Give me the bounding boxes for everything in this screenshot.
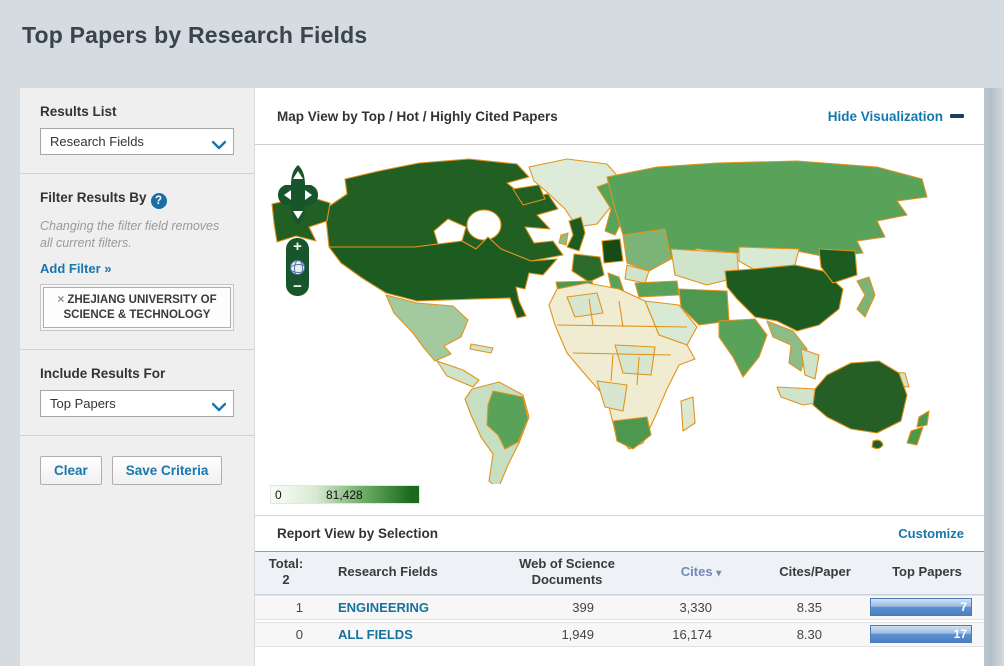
cites-cell: 16,174: [642, 627, 760, 642]
minus-icon: [950, 114, 964, 118]
filter-tag[interactable]: ×ZHEJIANG UNIVERSITY OF SCIENCE & TECHNO…: [43, 287, 231, 328]
map-view-title: Map View by Top / Hot / Highly Cited Pap…: [277, 109, 558, 124]
cites-per-paper-cell: 8.30: [760, 627, 870, 642]
world-choropleth-map[interactable]: [267, 149, 962, 484]
cites-per-paper-cell: 8.35: [760, 600, 870, 615]
legend-max: 81,428: [326, 488, 363, 502]
results-list-section: Results List Research Fields: [20, 88, 254, 174]
total-header: Total: 2: [255, 556, 317, 589]
globe-icon[interactable]: [290, 260, 305, 275]
top-papers-bar-cell: 7: [870, 598, 984, 616]
column-research-fields: Research Fields: [317, 564, 492, 580]
table-row: 0 ALL FIELDS 1,949 16,174 8.30 17: [255, 622, 984, 647]
filter-tag-label: ZHEJIANG UNIVERSITY OF SCIENCE & TECHNOL…: [64, 294, 217, 321]
include-results-value: Top Papers: [50, 396, 116, 411]
report-view-title: Report View by Selection: [277, 526, 438, 541]
cites-cell: 3,330: [642, 600, 760, 615]
sidebar: Results List Research Fields Filter Resu…: [20, 88, 255, 666]
legend-min: 0: [275, 488, 282, 502]
table-row: 1 ENGINEERING 399 3,330 8.35 7: [255, 595, 984, 620]
filter-note: Changing the filter field removes all cu…: [40, 218, 234, 252]
map-legend: 0 81,428: [270, 485, 420, 504]
top-papers-bar-cell: 17: [870, 625, 984, 643]
add-filter-link[interactable]: Add Filter »: [40, 261, 112, 276]
page-title: Top Papers by Research Fields: [22, 22, 367, 49]
report-table: Total: 2 Research Fields Web of Science …: [255, 551, 984, 649]
zoom-control[interactable]: + −: [286, 238, 309, 296]
field-link[interactable]: ALL FIELDS: [317, 627, 492, 642]
column-top-papers: Top Papers: [870, 564, 984, 580]
map-header: Map View by Top / Hot / Highly Cited Pap…: [255, 88, 984, 145]
field-link[interactable]: ENGINEERING: [317, 600, 492, 615]
column-wos-documents: Web of Science Documents: [492, 556, 642, 589]
sort-down-icon: ▾: [716, 568, 721, 579]
include-results-label: Include Results For: [40, 366, 234, 381]
pan-control[interactable]: [277, 163, 319, 227]
filter-tag-container: ×ZHEJIANG UNIVERSITY OF SCIENCE & TECHNO…: [40, 284, 234, 331]
customize-link[interactable]: Customize: [898, 526, 964, 541]
include-results-section: Include Results For Top Papers: [20, 350, 254, 436]
map-controls: + −: [277, 163, 321, 296]
sidebar-buttons: Clear Save Criteria: [20, 436, 254, 505]
hide-visualization-link[interactable]: Hide Visualization: [828, 109, 964, 124]
filter-section: Filter Results By? Changing the filter f…: [20, 174, 254, 350]
report-header: Report View by Selection Customize: [255, 515, 984, 551]
wos-documents-cell: 399: [492, 600, 642, 615]
column-cites-sort[interactable]: Cites ▾: [642, 564, 760, 581]
wos-documents-cell: 1,949: [492, 627, 642, 642]
panel-edge-shadow: [984, 88, 1004, 666]
top-papers-bar[interactable]: 17: [870, 625, 972, 643]
content-panel: Results List Research Fields Filter Resu…: [20, 88, 984, 666]
map-visualization[interactable]: + − 0 81,428: [255, 145, 984, 515]
include-results-select[interactable]: Top Papers: [40, 390, 234, 417]
results-list-label: Results List: [40, 104, 234, 119]
rank-cell: 0: [255, 627, 317, 642]
remove-filter-icon[interactable]: ×: [57, 292, 64, 306]
filter-label: Filter Results By?: [40, 190, 234, 209]
clear-button[interactable]: Clear: [40, 456, 102, 485]
column-cites-per-paper: Cites/Paper: [760, 564, 870, 580]
save-criteria-button[interactable]: Save Criteria: [112, 456, 223, 485]
zoom-out-icon[interactable]: −: [293, 280, 302, 294]
results-list-value: Research Fields: [50, 134, 144, 149]
rank-cell: 1: [255, 600, 317, 615]
help-icon[interactable]: ?: [151, 193, 167, 209]
results-list-select[interactable]: Research Fields: [40, 128, 234, 155]
main-panel: Map View by Top / Hot / Highly Cited Pap…: [255, 88, 984, 666]
chevron-down-icon: [212, 399, 226, 417]
top-papers-bar[interactable]: 7: [870, 598, 972, 616]
table-header-row: Total: 2 Research Fields Web of Science …: [255, 551, 984, 595]
zoom-in-icon[interactable]: +: [293, 240, 302, 254]
chevron-down-icon: [212, 137, 226, 155]
